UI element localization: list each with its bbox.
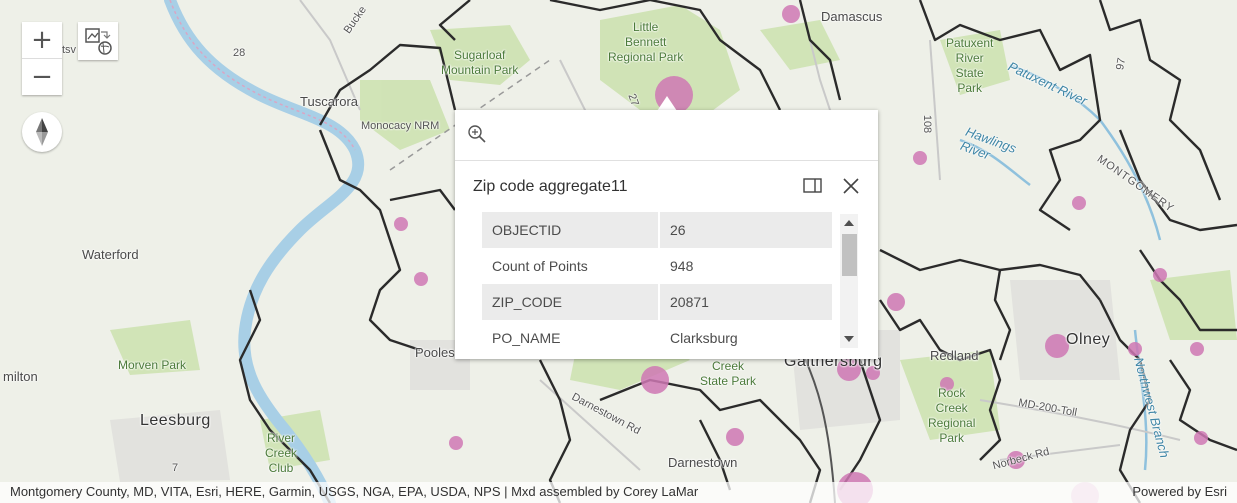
zip-marker	[1007, 451, 1025, 469]
popup-pointer	[657, 96, 677, 111]
field-value: Clarksburg	[670, 330, 738, 346]
field-name: Count of Points	[482, 248, 660, 284]
attribute-table: OBJECTID 26 Count of Points 948 ZIP_CODE…	[482, 212, 832, 348]
zip-marker	[1128, 342, 1142, 356]
zip-marker	[1153, 268, 1167, 282]
zip-marker	[414, 272, 428, 286]
zip-marker	[1194, 431, 1208, 445]
zoom-out-button[interactable]: −	[22, 58, 62, 95]
zip-marker	[641, 366, 669, 394]
dock-icon[interactable]	[803, 178, 823, 194]
zip-marker	[887, 293, 905, 311]
table-row: OBJECTID 26	[482, 212, 832, 248]
popup-toolbar	[455, 110, 878, 161]
scroll-up-arrow-icon[interactable]	[844, 220, 854, 226]
powered-by-esri[interactable]: Powered by Esri	[1132, 484, 1227, 499]
attribute-table-container: OBJECTID 26 Count of Points 948 ZIP_CODE…	[482, 212, 832, 348]
compass-button[interactable]	[22, 112, 62, 152]
table-row: PO_NAME Clarksburg	[482, 320, 832, 348]
zip-marker	[449, 436, 463, 450]
zip-marker	[837, 357, 861, 381]
basemap-toggle-icon	[85, 28, 112, 55]
popup-scrollbar[interactable]	[840, 214, 858, 348]
feature-popup: Zip code aggregate11 OBJECTID 26 Count o…	[455, 110, 878, 359]
field-value: 20871	[659, 284, 832, 320]
field-name: ZIP_CODE	[482, 284, 660, 320]
field-value: 948	[670, 258, 694, 274]
table-row: ZIP_CODE 20871	[482, 284, 832, 320]
attribution-bar: Montgomery County, MD, VITA, Esri, HERE,…	[0, 482, 1237, 503]
zip-marker	[726, 428, 744, 446]
zoom-in-button[interactable]: +	[22, 22, 62, 58]
close-icon[interactable]	[841, 176, 861, 196]
zip-marker	[394, 217, 408, 231]
zoom-control: + −	[22, 22, 62, 95]
zip-marker	[782, 5, 800, 23]
scroll-down-arrow-icon[interactable]	[844, 336, 854, 342]
zip-marker	[940, 377, 954, 391]
popup-title: Zip code aggregate11	[473, 178, 628, 195]
compass-needle-icon	[36, 118, 48, 146]
zip-marker	[1190, 342, 1204, 356]
field-name: OBJECTID	[482, 212, 660, 248]
attribution-credits[interactable]: Montgomery County, MD, VITA, Esri, HERE,…	[10, 484, 698, 499]
basemap-toggle-button[interactable]	[78, 22, 118, 60]
zip-marker	[1045, 334, 1069, 358]
field-name: PO_NAME	[482, 320, 660, 348]
field-value: 26	[659, 212, 832, 248]
zip-marker	[913, 151, 927, 165]
table-row: Count of Points 948	[482, 248, 832, 284]
zip-marker	[1072, 196, 1086, 210]
zoom-to-icon[interactable]	[467, 124, 487, 144]
zip-marker	[866, 366, 880, 380]
scroll-thumb[interactable]	[842, 234, 857, 276]
